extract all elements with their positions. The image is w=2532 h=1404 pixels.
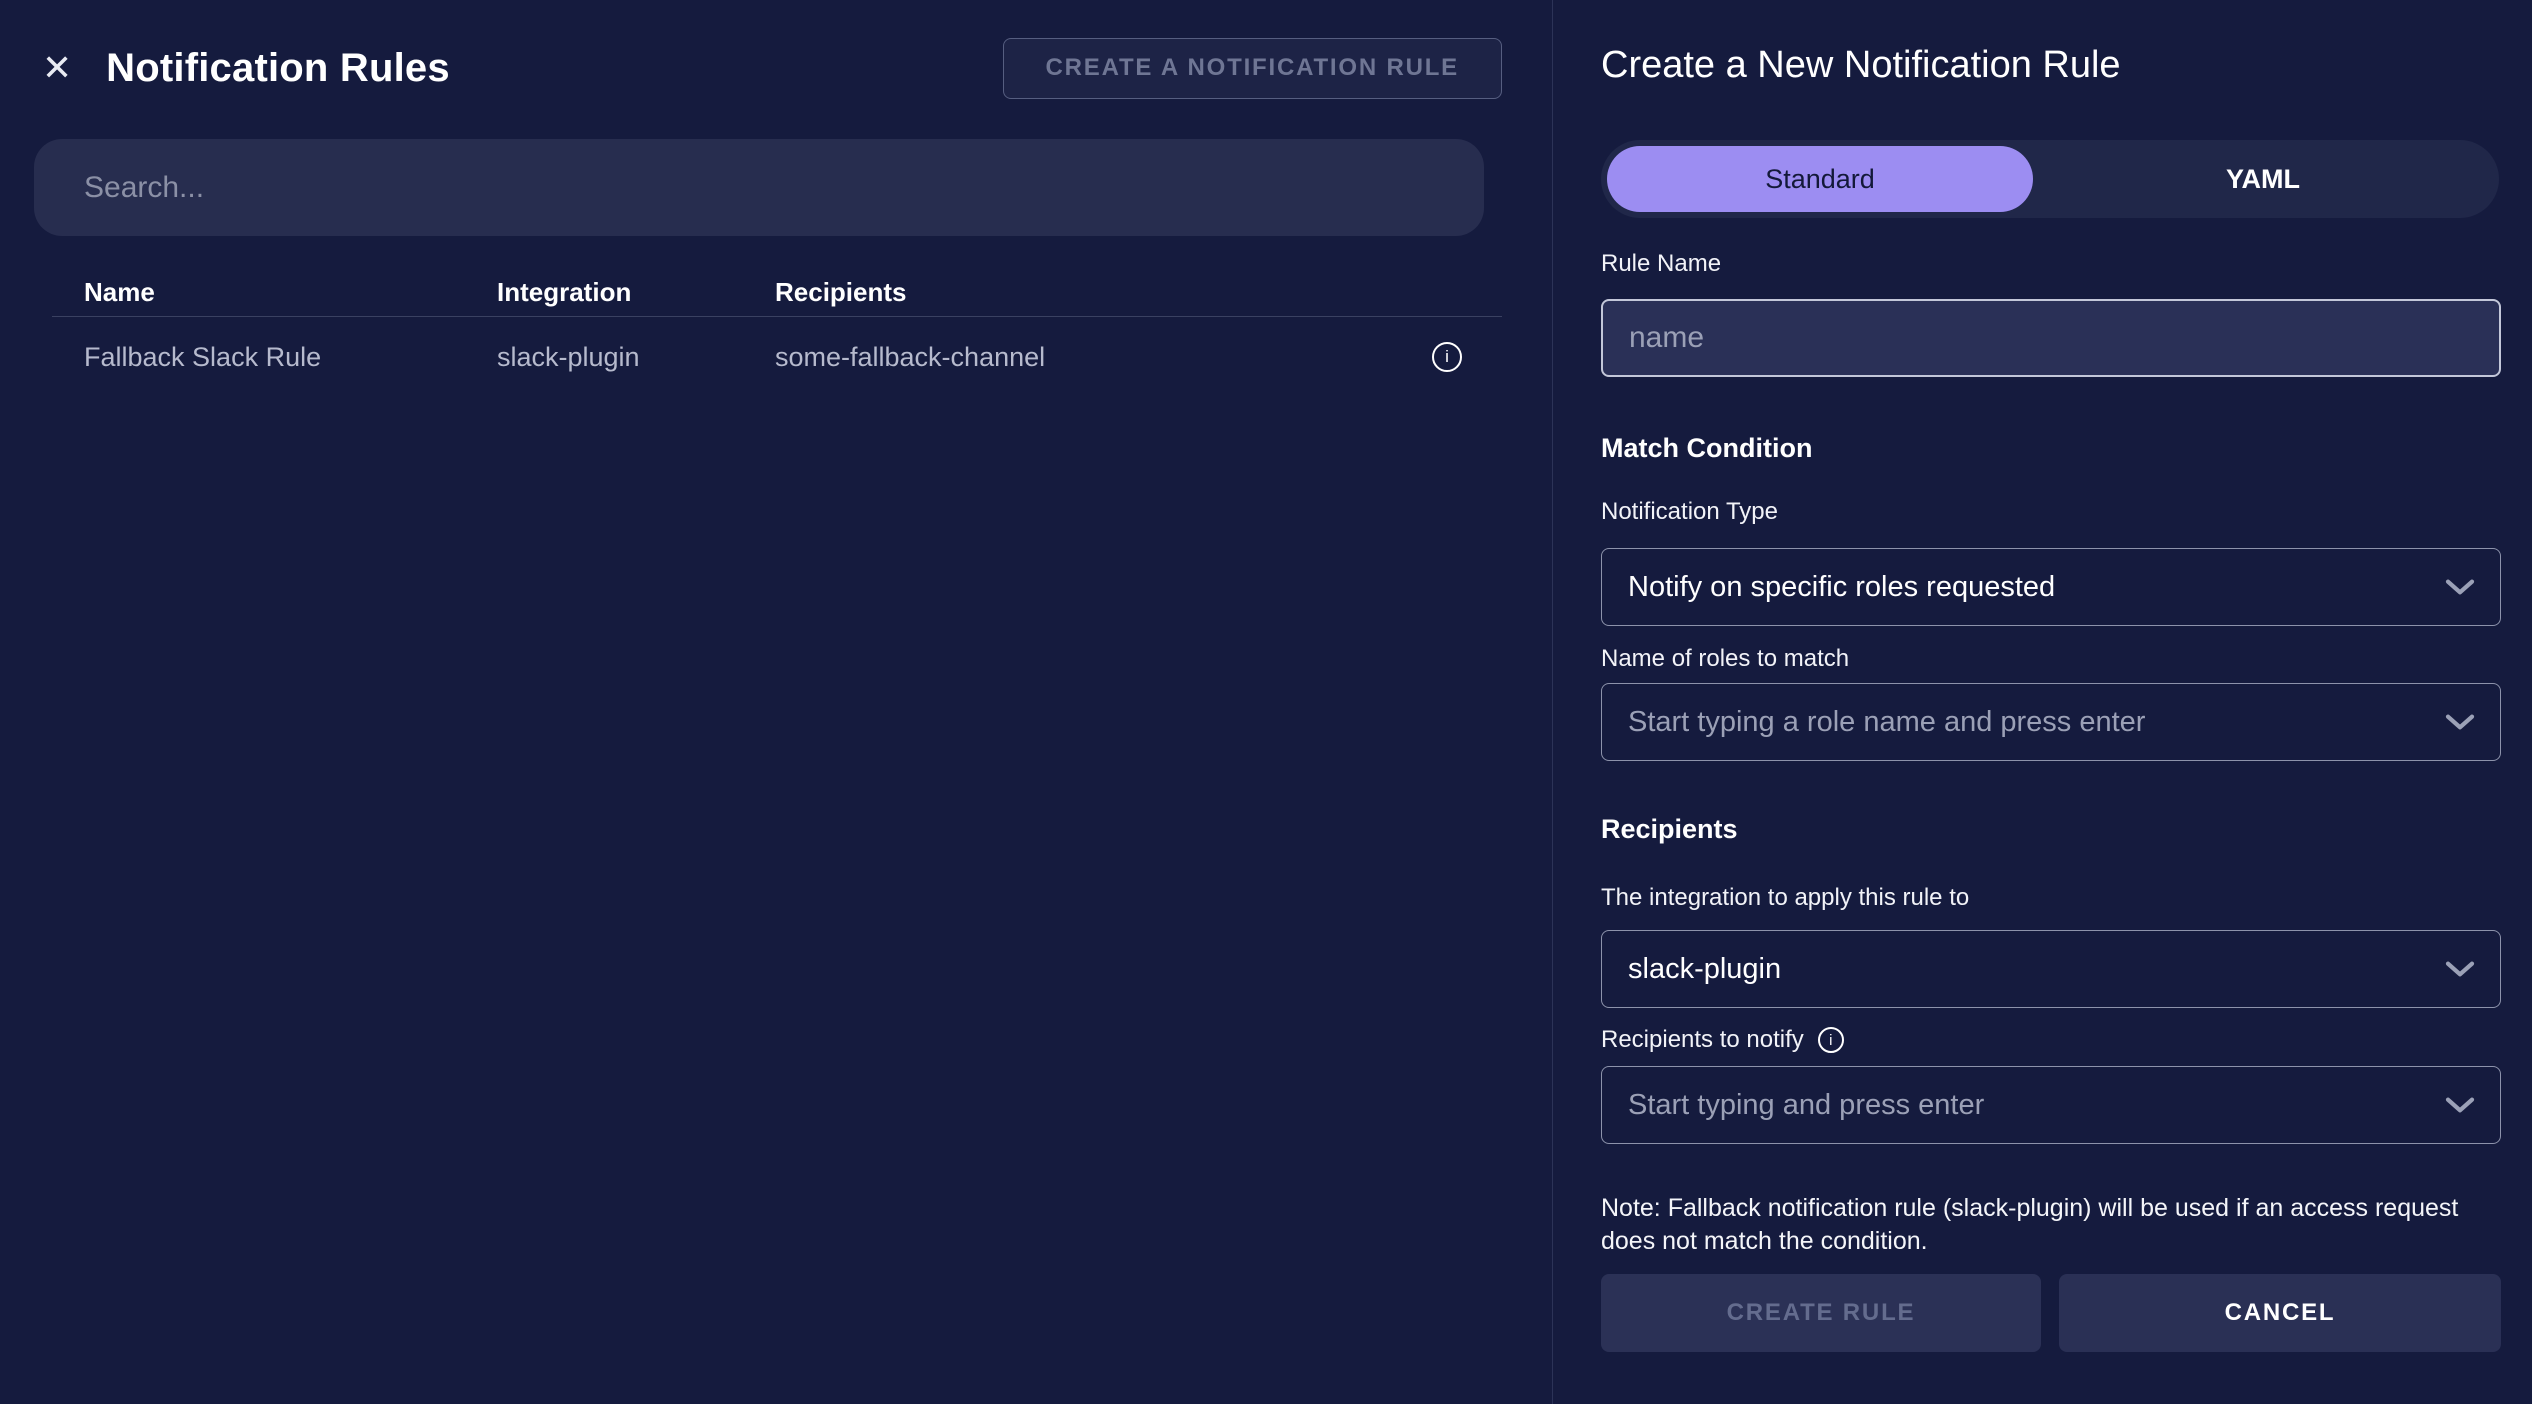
column-header-name: Name xyxy=(84,276,155,307)
search-input[interactable] xyxy=(34,139,1484,236)
rule-integration-cell: slack-plugin xyxy=(497,341,640,372)
chevron-down-icon xyxy=(2445,961,2475,977)
notification-rules-panel: ✕ Notification Rules CREATE A NOTIFICATI… xyxy=(0,0,1551,1404)
form-actions: CREATE RULE CANCEL xyxy=(1601,1274,2501,1352)
rule-actions-cell: i xyxy=(1392,342,1502,372)
chevron-down-icon xyxy=(2445,1097,2475,1113)
integration-label: The integration to apply this rule to xyxy=(1601,884,1970,911)
rule-recipients-cell: some-fallback-channel xyxy=(775,341,1046,372)
panel-title: Create a New Notification Rule xyxy=(1601,44,2121,86)
roles-to-match-label: Name of roles to match xyxy=(1601,645,1850,672)
page-title: Notification Rules xyxy=(106,45,450,90)
recipients-to-notify-placeholder: Start typing and press enter xyxy=(1628,1088,1985,1121)
table-header-row: Name Integration Recipients xyxy=(52,268,1502,317)
recipients-heading: Recipients xyxy=(1601,814,1738,844)
integration-value: slack-plugin xyxy=(1628,952,1782,985)
table-row: Fallback Slack Rule slack-plugin some-fa… xyxy=(52,317,1502,397)
column-header-recipients: Recipients xyxy=(775,276,907,307)
roles-to-match-select[interactable]: Start typing a role name and press enter xyxy=(1601,683,2501,761)
chevron-down-icon xyxy=(2445,579,2475,595)
recipients-to-notify-label-row: Recipients to notify i xyxy=(1601,1026,2501,1054)
tab-standard[interactable]: Standard xyxy=(1607,146,2033,212)
info-icon[interactable]: i xyxy=(1432,342,1462,372)
notification-type-select[interactable]: Notify on specific roles requested xyxy=(1601,548,2501,626)
notification-type-label: Notification Type xyxy=(1601,498,1778,525)
close-icon[interactable]: ✕ xyxy=(38,46,76,90)
fallback-note: Note: Fallback notification rule (slack-… xyxy=(1601,1194,2459,1255)
create-rule-panel: Create a New Notification Rule Standard … xyxy=(1552,0,2532,1404)
rule-name-cell: Fallback Slack Rule xyxy=(84,341,322,372)
notification-type-value: Notify on specific roles requested xyxy=(1628,570,2056,603)
match-condition-heading: Match Condition xyxy=(1601,433,1813,463)
rule-name-input[interactable] xyxy=(1601,299,2501,377)
rules-table: Name Integration Recipients Fallback Sla… xyxy=(52,268,1502,397)
rule-name-label: Rule Name xyxy=(1601,250,1722,277)
recipients-to-notify-label: Recipients to notify xyxy=(1601,1026,1804,1053)
create-rule-button[interactable]: CREATE RULE xyxy=(1601,1274,2041,1352)
left-panel-header: ✕ Notification Rules CREATE A NOTIFICATI… xyxy=(38,36,1502,100)
tab-yaml[interactable]: YAML xyxy=(2033,146,2493,212)
chevron-down-icon xyxy=(2445,714,2475,730)
roles-to-match-placeholder: Start typing a role name and press enter xyxy=(1628,705,2146,738)
integration-select[interactable]: slack-plugin xyxy=(1601,930,2501,1008)
create-notification-rule-button[interactable]: CREATE A NOTIFICATION RULE xyxy=(1002,37,1502,99)
cancel-button[interactable]: CANCEL xyxy=(2059,1274,2501,1352)
editor-mode-toggle: Standard YAML xyxy=(1601,140,2499,218)
column-header-integration: Integration xyxy=(497,276,632,307)
info-icon[interactable]: i xyxy=(1817,1027,1844,1053)
recipients-to-notify-select[interactable]: Start typing and press enter xyxy=(1601,1066,2501,1144)
